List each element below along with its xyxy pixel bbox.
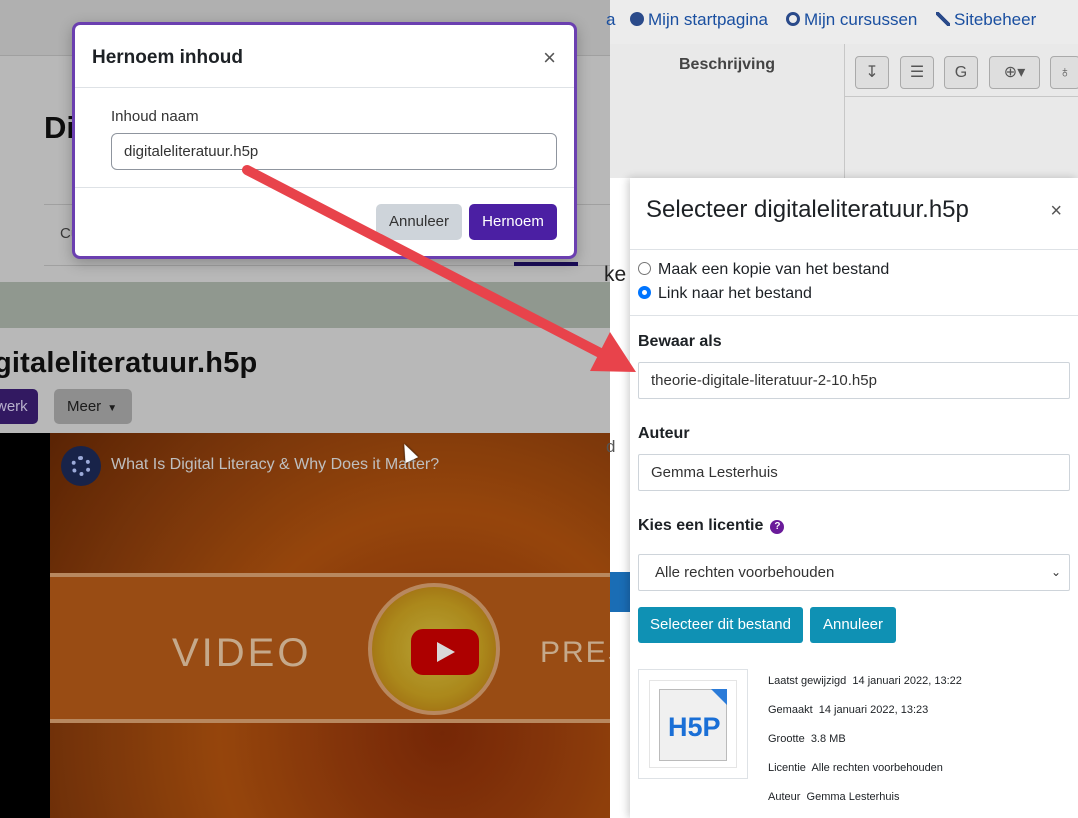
edit-button-label: werk bbox=[0, 398, 28, 415]
dialog-header: Hernoem inhoud × bbox=[75, 25, 574, 88]
editor-area: Beschrijving ↧ ☰ G ⊕▾ ♁ bbox=[610, 44, 1078, 178]
copy-file-option[interactable]: Maak een kopie van het bestand bbox=[638, 261, 889, 279]
help-icon[interactable]: ? bbox=[770, 520, 785, 534]
copy-file-label: Maak een kopie van het bestand bbox=[658, 261, 890, 278]
video-word-right: PRES bbox=[540, 636, 610, 669]
nav-item-courses-label: Mijn cursussen bbox=[804, 10, 918, 29]
video-title[interactable]: What Is Digital Literacy & Why Does it M… bbox=[111, 456, 439, 474]
h5p-file-corner bbox=[711, 689, 727, 705]
content-name-label: Inhoud naam bbox=[111, 108, 199, 125]
meta-license-label: Licentie bbox=[768, 762, 806, 774]
list-toolbar-button[interactable]: ☰ bbox=[900, 56, 934, 89]
file-picker-dialog: Selecteer digitaleliteratuur.h5p × Maak … bbox=[630, 178, 1078, 818]
link-file-option[interactable]: Link naar het bestand bbox=[638, 285, 812, 303]
file-thumbnail: H5P bbox=[638, 669, 748, 779]
meta-author-label: Auteur bbox=[768, 791, 801, 803]
save-as-label: Bewaar als bbox=[638, 333, 722, 350]
cancel-button[interactable]: Annuleer bbox=[376, 204, 462, 240]
meta-size: Grootte 3.8 MB bbox=[768, 733, 846, 745]
options-divider bbox=[630, 315, 1078, 316]
youtube-play-button[interactable] bbox=[411, 629, 479, 675]
rename-button[interactable]: Hernoem bbox=[469, 204, 557, 240]
nav-item-dashboard[interactable]: Mijn startpagina bbox=[630, 10, 768, 30]
meta-modified: Laatst gewijzigd 14 januari 2022, 13:22 bbox=[768, 675, 962, 687]
meta-created-value: 14 januari 2022, 13:23 bbox=[818, 704, 929, 716]
idea-toolbar-button[interactable]: ♁ bbox=[1050, 56, 1078, 89]
description-header: Beschrijving bbox=[679, 56, 776, 73]
license-select-value: Alle rechten voorbehouden bbox=[655, 564, 835, 581]
globe-icon: ⊕▾ bbox=[1003, 64, 1026, 81]
chevron-down-icon: ⌄ bbox=[1050, 565, 1061, 579]
more-button[interactable]: Meer ▼ bbox=[54, 389, 132, 424]
license-label: Kies een licentie bbox=[638, 517, 764, 534]
dashboard-icon bbox=[630, 12, 644, 26]
meta-modified-value: 14 januari 2022, 13:22 bbox=[852, 675, 962, 687]
file-picker-title: Selecteer digitaleliteratuur.h5p bbox=[646, 196, 969, 223]
nav-item-dashboard-label: Mijn startpagina bbox=[648, 10, 769, 29]
language-toolbar-button[interactable]: ⊕▾ bbox=[989, 56, 1040, 89]
meta-modified-label: Laatst gewijzigd bbox=[768, 675, 847, 687]
video-word-left: VIDEO bbox=[172, 631, 312, 675]
meta-license: Licentie Alle rechten voorbehouden bbox=[768, 762, 943, 774]
column-divider bbox=[844, 44, 845, 178]
rename-content-dialog: Hernoem inhoud × Inhoud naam Annuleer He… bbox=[72, 22, 577, 259]
g-button-label: G bbox=[954, 64, 968, 81]
background-blue-element bbox=[610, 572, 630, 612]
chevron-down-icon: ▼ bbox=[107, 403, 118, 414]
collapse-toolbar-button[interactable]: ↧ bbox=[855, 56, 889, 89]
save-as-input[interactable]: theorie-digitale-literatuur-2-10.h5p bbox=[638, 362, 1070, 399]
video-player[interactable]: VIDEO PRES What Is Digital Literacy & Wh… bbox=[50, 433, 610, 818]
meta-author: Auteur Gemma Lesterhuis bbox=[768, 791, 899, 803]
cancel-button[interactable]: Annuleer bbox=[810, 607, 896, 643]
meta-size-label: Grootte bbox=[768, 733, 805, 745]
g-toolbar-button[interactable]: G bbox=[944, 56, 978, 89]
checklist-icon: ☰ bbox=[909, 64, 925, 81]
meta-created: Gemaakt 14 januari 2022, 13:23 bbox=[768, 704, 928, 716]
meta-license-value: Alle rechten voorbehouden bbox=[811, 762, 943, 774]
link-file-label: Link naar het bestand bbox=[658, 285, 812, 302]
content-title: gitaleliteratuur.h5p bbox=[0, 347, 258, 379]
header-divider bbox=[630, 249, 1078, 250]
nav-item-admin[interactable]: Sitebeheer bbox=[936, 10, 1036, 30]
copy-file-radio[interactable] bbox=[638, 262, 651, 275]
dialog-title: Hernoem inhoud bbox=[92, 47, 243, 68]
video-letterbox bbox=[0, 433, 50, 818]
content-name-input[interactable] bbox=[111, 133, 557, 170]
file-thumbnail-frame: H5P bbox=[649, 680, 737, 768]
close-icon[interactable]: × bbox=[1050, 200, 1062, 223]
course-heading: Di bbox=[44, 110, 75, 145]
author-input[interactable]: Gemma Lesterhuis bbox=[638, 454, 1070, 491]
link-file-radio[interactable] bbox=[638, 286, 651, 299]
meta-author-value: Gemma Lesterhuis bbox=[806, 791, 900, 803]
edit-button[interactable]: werk bbox=[0, 389, 38, 424]
more-button-label: Meer bbox=[67, 398, 102, 415]
toolbar-divider bbox=[844, 96, 1078, 97]
select-file-button[interactable]: Selecteer dit bestand bbox=[638, 607, 803, 643]
video-banner bbox=[50, 573, 610, 723]
meta-created-label: Gemaakt bbox=[768, 704, 813, 716]
target-icon bbox=[786, 12, 800, 26]
channel-logo[interactable] bbox=[61, 446, 101, 486]
arrow-down-icon: ↧ bbox=[865, 64, 879, 81]
notification-band bbox=[0, 282, 610, 328]
nav-item-courses[interactable]: Mijn cursussen bbox=[786, 10, 917, 30]
author-label: Auteur bbox=[638, 425, 690, 442]
channel-logo-icon bbox=[71, 456, 91, 476]
background-fragment-d: d bbox=[606, 437, 616, 456]
nav-item-admin-label: Sitebeheer bbox=[954, 10, 1037, 29]
h5p-file-icon: H5P bbox=[659, 689, 727, 761]
dialog-footer-divider bbox=[75, 187, 574, 188]
background-fragment-ke: ke bbox=[604, 263, 627, 286]
h5p-logo-text: H5P bbox=[668, 712, 721, 742]
play-icon bbox=[437, 642, 455, 662]
close-icon[interactable]: × bbox=[543, 45, 556, 71]
wrench-icon bbox=[936, 12, 950, 26]
nav-item-partial[interactable]: a bbox=[606, 10, 615, 30]
active-tab-indicator bbox=[514, 262, 578, 266]
meta-size-value: 3.8 MB bbox=[810, 733, 846, 745]
lightbulb-icon: ♁ bbox=[1059, 64, 1071, 81]
license-label-row: Kies een licentie? bbox=[638, 517, 785, 535]
license-select[interactable]: Alle rechten voorbehouden ⌄ bbox=[638, 554, 1070, 591]
